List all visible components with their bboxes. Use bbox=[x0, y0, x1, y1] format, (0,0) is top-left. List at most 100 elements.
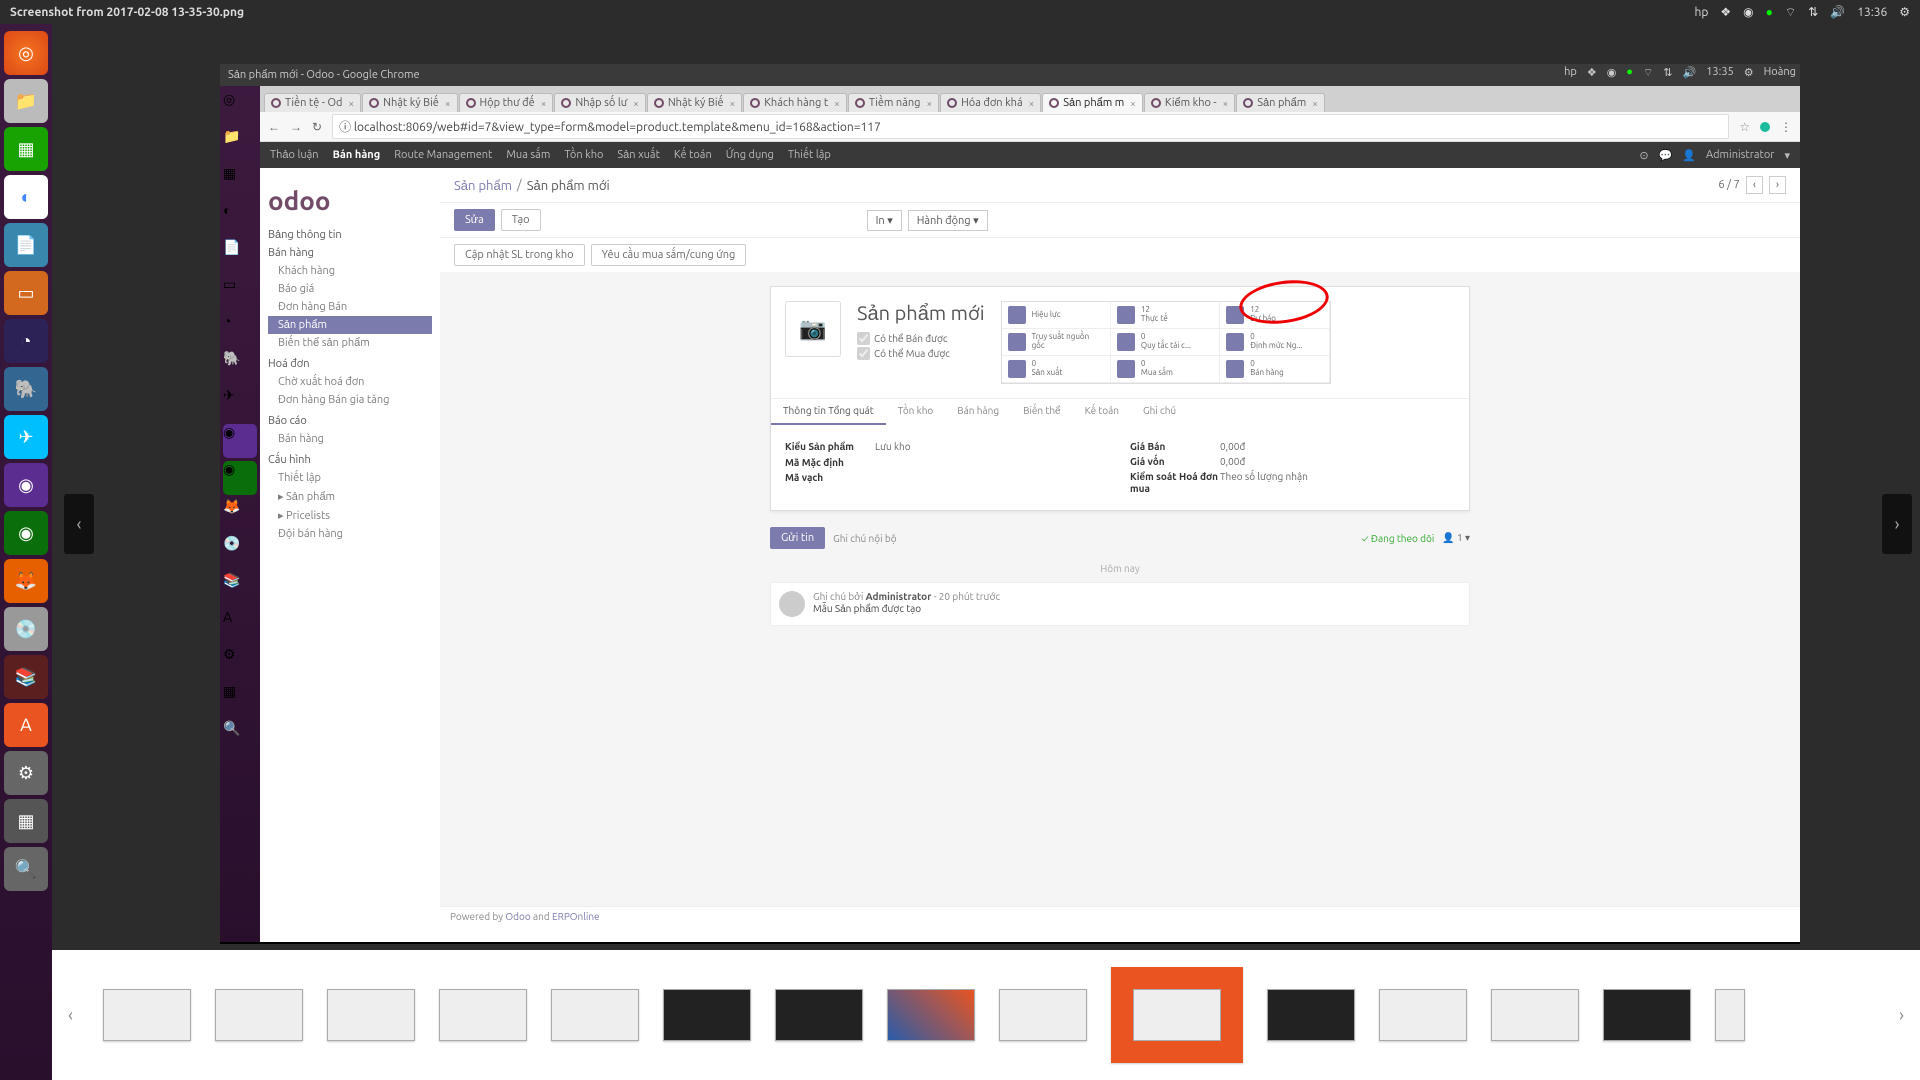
tab-1[interactable]: Nhật ký Biế× bbox=[362, 93, 457, 112]
close-icon[interactable]: × bbox=[730, 98, 736, 109]
launcher-files[interactable]: 📁 bbox=[4, 79, 48, 123]
info-icon[interactable]: ⓘ bbox=[339, 121, 351, 134]
user-avatar-icon[interactable]: 👤 bbox=[1682, 149, 1696, 162]
tab-0[interactable]: Tiền tệ - Od× bbox=[264, 93, 361, 112]
thumbnail[interactable] bbox=[663, 989, 751, 1041]
menu-mfg[interactable]: Sản xuất bbox=[617, 149, 660, 161]
procurement-button[interactable]: Yêu cầu mua sắm/cung ứng bbox=[591, 244, 747, 266]
sidebar-item-config-products[interactable]: ▸ Sản phẩm bbox=[268, 487, 432, 506]
sidebar-item-report-sales[interactable]: Bán hàng bbox=[268, 430, 432, 448]
thumb-prev-button[interactable]: ‹ bbox=[62, 1005, 79, 1025]
forward-button[interactable]: → bbox=[290, 120, 302, 134]
thumbnail[interactable] bbox=[887, 989, 975, 1041]
support-icon[interactable]: ⊙ bbox=[1639, 149, 1648, 162]
thumb-next-button[interactable]: › bbox=[1893, 1005, 1910, 1025]
thumbnail-selected[interactable] bbox=[1111, 967, 1243, 1063]
launcher-app2[interactable]: ◉ bbox=[4, 463, 48, 507]
footer-erp-link[interactable]: ERPOnline bbox=[552, 911, 600, 922]
thumbnail[interactable] bbox=[439, 989, 527, 1041]
launcher-firefox[interactable]: 🦊 bbox=[4, 559, 48, 603]
stat-sales[interactable]: 0Bán hàng bbox=[1220, 356, 1329, 383]
menu-purchase[interactable]: Mua sắm bbox=[506, 149, 550, 161]
sidebar-item-variants[interactable]: Biến thể sản phẩm bbox=[268, 334, 432, 352]
launcher-search[interactable]: 🔍 bbox=[4, 847, 48, 891]
bookmark-star-icon[interactable]: ☆ bbox=[1739, 120, 1750, 134]
pager-prev-button[interactable]: ‹ bbox=[1746, 176, 1763, 194]
thumbnail[interactable] bbox=[1603, 989, 1691, 1041]
launcher-dash[interactable]: ◎ bbox=[4, 31, 48, 75]
send-message-button[interactable]: Gửi tin bbox=[770, 527, 825, 549]
chrome-indicator-icon[interactable]: ◉ bbox=[1743, 5, 1753, 19]
launcher-stack[interactable]: 📚 bbox=[4, 655, 48, 699]
edit-button[interactable]: Sửa bbox=[454, 209, 495, 231]
sidebar-item-config-pricelists[interactable]: ▸ Pricelists bbox=[268, 506, 432, 525]
sidebar-section-dashboard[interactable]: Bảng thông tin bbox=[268, 229, 432, 241]
print-dropdown[interactable]: In ▾ bbox=[867, 210, 902, 231]
launcher-settings[interactable]: ⚙ bbox=[4, 751, 48, 795]
stat-reorder[interactable]: 0Quy tắc tái c... bbox=[1111, 329, 1220, 356]
thumbnail[interactable] bbox=[775, 989, 863, 1041]
messages-icon[interactable]: 💬 bbox=[1659, 149, 1673, 162]
launcher-app[interactable]: ✈ bbox=[4, 415, 48, 459]
close-icon[interactable]: × bbox=[1312, 98, 1318, 109]
close-icon[interactable]: × bbox=[1130, 98, 1136, 109]
action-dropdown[interactable]: Hành động ▾ bbox=[908, 210, 988, 231]
menu-discuss[interactable]: Thảo luận bbox=[270, 149, 319, 161]
close-icon[interactable]: × bbox=[633, 98, 639, 109]
tab-general[interactable]: Thông tin Tổng quát bbox=[771, 399, 886, 425]
stat-trace[interactable]: Truy suất nguồn gốc bbox=[1002, 329, 1111, 356]
sidebar-item-products[interactable]: Sản phẩm bbox=[268, 316, 432, 334]
volume-icon[interactable]: 🔊 bbox=[1830, 5, 1845, 19]
image-next-button[interactable]: › bbox=[1882, 494, 1912, 554]
breadcrumb-root[interactable]: Sản phẩm bbox=[454, 178, 512, 193]
tab-accounting[interactable]: Kế toán bbox=[1073, 399, 1131, 425]
sidebar-item-quotes[interactable]: Báo giá bbox=[268, 280, 432, 298]
product-image[interactable]: 📷 bbox=[785, 301, 841, 357]
launcher-app3[interactable]: ◉ bbox=[4, 511, 48, 555]
image-prev-button[interactable]: ‹ bbox=[64, 494, 94, 554]
odoo-logo[interactable]: odoo bbox=[268, 186, 432, 215]
online-icon[interactable]: ● bbox=[1766, 5, 1773, 19]
stat-active[interactable]: Hiệu lực bbox=[1002, 302, 1111, 329]
tab-notes[interactable]: Ghi chú bbox=[1131, 399, 1188, 425]
tab-variants[interactable]: Biến thể bbox=[1011, 399, 1073, 425]
thumbnail[interactable] bbox=[551, 989, 639, 1041]
gear-icon[interactable]: ⚙ bbox=[1899, 5, 1910, 19]
close-icon[interactable]: × bbox=[541, 98, 547, 109]
thumbnail[interactable] bbox=[1491, 989, 1579, 1041]
menu-sales[interactable]: Bán hàng bbox=[333, 149, 381, 161]
footer-odoo-link[interactable]: Odoo bbox=[505, 911, 530, 922]
pager-next-button[interactable]: › bbox=[1769, 176, 1786, 194]
menu-inventory[interactable]: Tồn kho bbox=[564, 149, 603, 161]
tab-10[interactable]: Sản phẩm× bbox=[1236, 93, 1325, 112]
thumbnail[interactable] bbox=[999, 989, 1087, 1041]
tab-inventory[interactable]: Tồn kho bbox=[886, 399, 946, 425]
tab-9[interactable]: Kiểm kho - × bbox=[1144, 93, 1235, 112]
stat-forecast[interactable]: 12Dự báo bbox=[1220, 302, 1329, 329]
launcher-calculator[interactable]: ▦ bbox=[4, 799, 48, 843]
close-icon[interactable]: × bbox=[348, 98, 354, 109]
sidebar-item-customers[interactable]: Khách hàng bbox=[268, 262, 432, 280]
tab-sales[interactable]: Bán hàng bbox=[945, 399, 1011, 425]
chrome-menu-icon[interactable]: ⋮ bbox=[1780, 120, 1792, 134]
stat-purchase[interactable]: 0Mua sắm bbox=[1111, 356, 1220, 383]
tab-6[interactable]: Tiềm năng× bbox=[848, 93, 939, 112]
tab-2[interactable]: Hộp thư đế× bbox=[459, 93, 554, 112]
sidebar-item-config-settings[interactable]: Thiết lập bbox=[268, 469, 432, 487]
close-icon[interactable]: × bbox=[1223, 98, 1229, 109]
following-badge[interactable]: ✓ Đang theo dõi bbox=[1361, 533, 1434, 544]
launcher-postgres[interactable]: 🐘 bbox=[4, 367, 48, 411]
menu-accounting[interactable]: Kế toán bbox=[674, 149, 712, 161]
menu-apps[interactable]: Ứng dụng bbox=[726, 149, 774, 161]
network-icon[interactable]: ⇅ bbox=[1808, 5, 1818, 19]
update-qty-button[interactable]: Cập nhật SL trong kho bbox=[454, 244, 585, 266]
close-icon[interactable]: × bbox=[1029, 98, 1035, 109]
launcher-calc[interactable]: ▦ bbox=[4, 127, 48, 171]
close-icon[interactable]: × bbox=[834, 98, 840, 109]
extension-icon[interactable] bbox=[1760, 122, 1770, 132]
sidebar-item-upsell[interactable]: Đơn hàng Bán gia tăng bbox=[268, 391, 432, 409]
wifi-icon[interactable]: ⌔ bbox=[1785, 5, 1796, 20]
chevron-down-icon[interactable]: ▾ bbox=[1784, 149, 1790, 162]
close-icon[interactable]: × bbox=[445, 98, 451, 109]
url-input[interactable]: ⓘ localhost:8069/web#id=7&view_type=form… bbox=[332, 114, 1729, 139]
